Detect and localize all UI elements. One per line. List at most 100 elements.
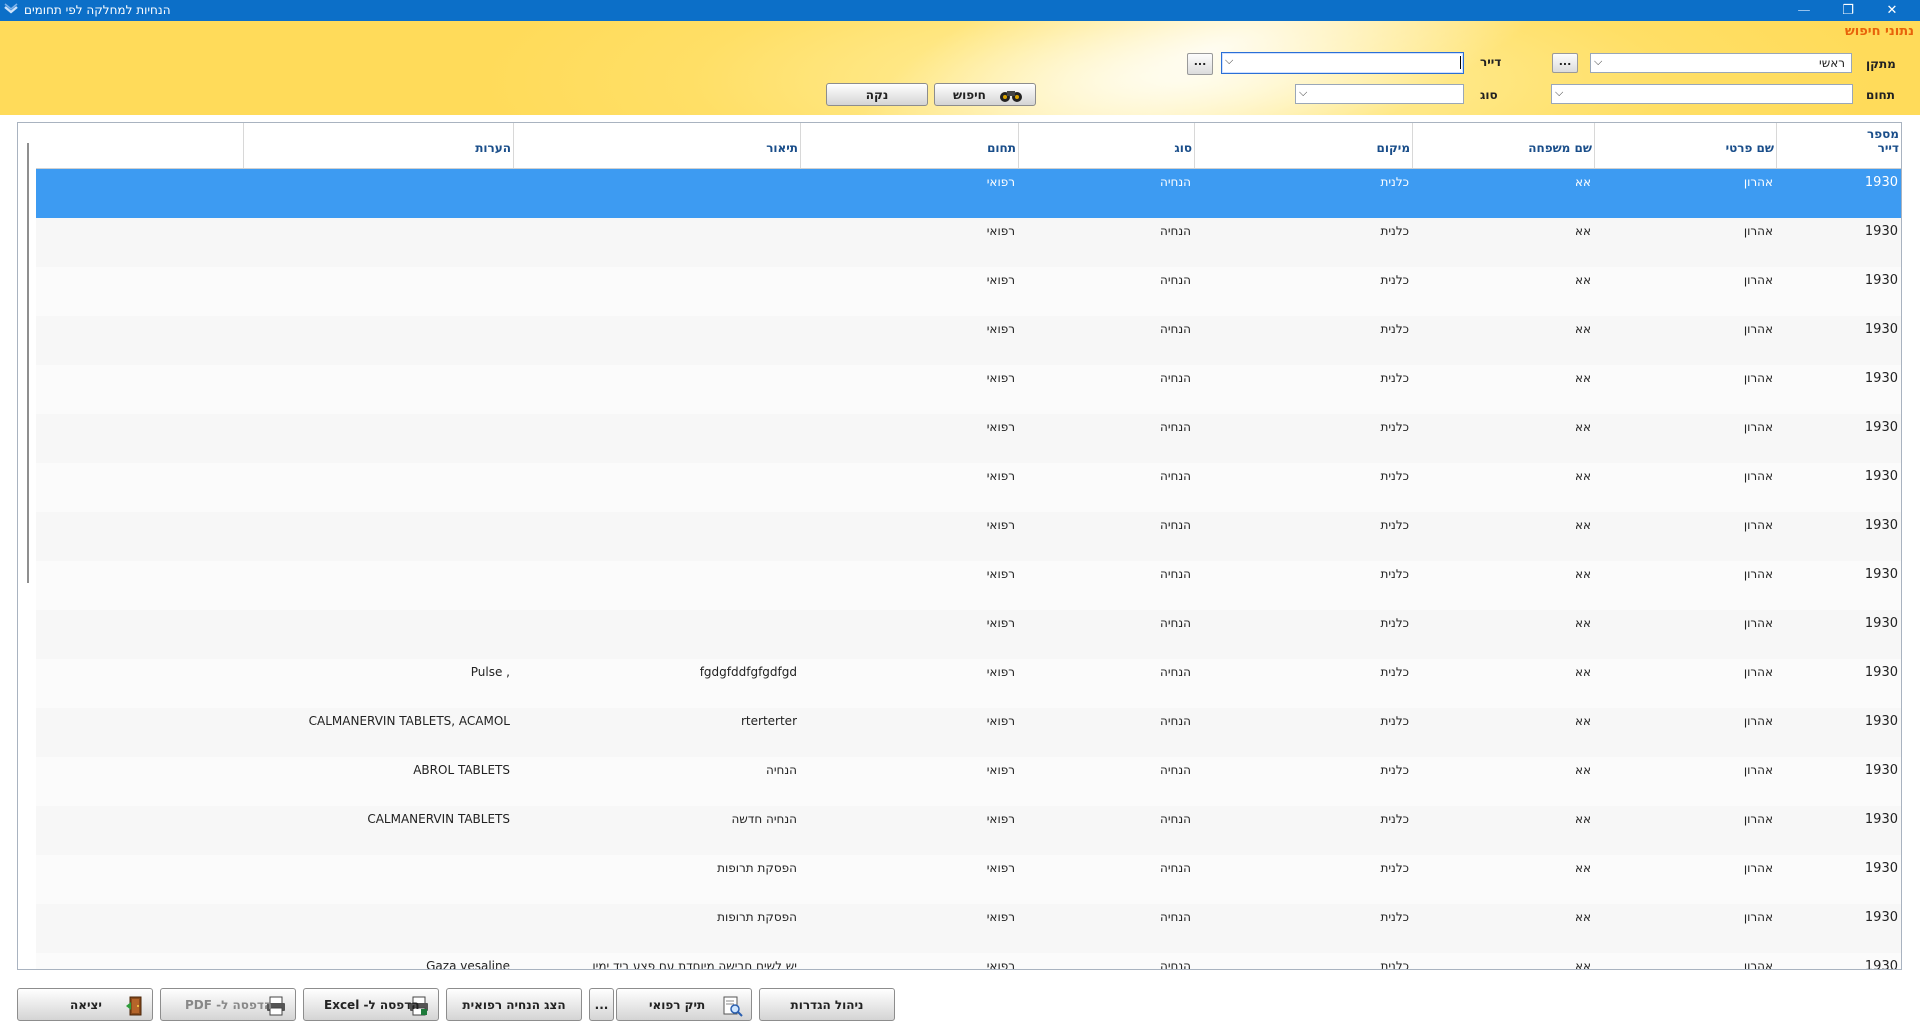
cell-location: כלנית xyxy=(1380,322,1409,336)
table-row[interactable]: 1930 אהרון אא כלנית הנחיה רפואי xyxy=(36,414,1901,463)
table-row[interactable]: 1930 אהרון אא כלנית הנחיה רפואי xyxy=(36,463,1901,512)
close-button[interactable]: ✕ xyxy=(1870,0,1914,21)
cell-type: הנחיה xyxy=(1159,518,1191,532)
cell-domain: רפואי xyxy=(986,861,1015,875)
cell-type: הנחיה xyxy=(1159,665,1191,679)
cell-first-name: אהרון xyxy=(1743,567,1773,581)
exit-button[interactable]: יציאה xyxy=(17,988,153,1021)
minimize-button[interactable]: — xyxy=(1782,0,1826,21)
cell-location: כלנית xyxy=(1380,616,1409,630)
header-notes[interactable]: הערות xyxy=(243,123,513,168)
print-excel-button[interactable]: הדפסה ל- Excel xyxy=(303,988,439,1021)
table-row[interactable]: 1930 אהרון אא כלנית הנחיה רפואי xyxy=(36,610,1901,659)
chevron-down-icon: ⌵ xyxy=(1594,55,1603,68)
clear-button-label: נקה xyxy=(865,87,889,102)
show-medical-directive-button[interactable]: הצג הנחיה רפואית xyxy=(446,988,582,1021)
search-header: נתוני חיפוש xyxy=(1844,24,1914,39)
cell-domain: רפואי xyxy=(986,567,1015,581)
cell-location: כלנית xyxy=(1380,175,1409,189)
cell-notes: CALMANERVIN TABLETS xyxy=(367,812,510,826)
type-label: סוג xyxy=(1480,88,1498,102)
table-row[interactable]: 1930 אהרון אא כלנית הנחיה רפואי xyxy=(36,365,1901,414)
header-first-name[interactable]: שם פרטי xyxy=(1594,123,1776,168)
window-title: הנחיות למחלקה לפי תחומים xyxy=(24,3,171,17)
header-description[interactable]: תיאור xyxy=(513,123,800,168)
cell-type: הנחיה xyxy=(1159,910,1191,924)
cell-description: הנחיה xyxy=(765,763,797,777)
document-search-icon xyxy=(723,996,743,1017)
cell-type: הנחיה xyxy=(1159,273,1191,287)
cell-last-name: אא xyxy=(1574,910,1591,924)
cell-location: כלנית xyxy=(1380,665,1409,679)
clear-button[interactable]: נקה xyxy=(826,83,928,106)
vertical-scrollbar[interactable] xyxy=(27,143,29,583)
directives-grid[interactable]: מספר דייר שם פרטי שם משפחה מיקום סוג תחו… xyxy=(17,122,1902,970)
table-row[interactable]: 1930 אהרון אא כלנית הנחיה רפואי הפסקת תרופות xyxy=(36,855,1901,904)
cell-type: הנחיה xyxy=(1159,469,1191,483)
table-row[interactable]: 1930 אהרון אא כלנית הנחיה רפואי הפסקת תרופות xyxy=(36,904,1901,953)
cell-first-name: אהרון xyxy=(1743,175,1773,189)
chevron-down-icon: ⌵ xyxy=(1225,54,1234,67)
cell-last-name: אא xyxy=(1574,175,1591,189)
cell-type: הנחיה xyxy=(1159,861,1191,875)
cell-resident-number: 1930 xyxy=(1864,763,1898,778)
cell-location: כלנית xyxy=(1380,959,1409,970)
cell-description: הנחיה חדשה xyxy=(731,812,797,826)
header-domain[interactable]: תחום xyxy=(800,123,1018,168)
table-row[interactable]: 1930 אהרון אא כלנית הנחיה רפואי rterterter CALM… xyxy=(36,708,1901,757)
search-button[interactable]: חיפוש xyxy=(934,83,1036,106)
cell-resident-number: 1930 xyxy=(1864,567,1898,582)
table-row[interactable]: 1930 אהרון אא כלנית הנחיה רפואי הנחיה ABROL TAB… xyxy=(36,757,1901,806)
print-pdf-button[interactable]: הדפסה ל- PDF xyxy=(160,988,296,1021)
table-row[interactable]: 1930 אהרון אא כלנית הנחיה רפואי xyxy=(36,561,1901,610)
restore-button[interactable]: ❐ xyxy=(1826,0,1870,21)
print-pdf-label: הדפסה ל- PDF xyxy=(185,997,273,1012)
more-options-button[interactable]: ... xyxy=(589,988,614,1021)
domain-label: תחום xyxy=(1866,88,1895,102)
facility-value: ראשי xyxy=(1819,56,1845,70)
cell-resident-number: 1930 xyxy=(1864,910,1898,925)
search-button-label: חיפוש xyxy=(953,87,986,102)
table-row[interactable]: 1930 אהרון אא כלנית הנחיה רפואי xyxy=(36,218,1901,267)
cell-domain: רפואי xyxy=(986,518,1015,532)
cell-location: כלנית xyxy=(1380,469,1409,483)
table-row[interactable]: 1930 אהרון אא כלנית הנחיה רפואי xyxy=(36,316,1901,365)
cell-resident-number: 1930 xyxy=(1864,665,1898,680)
type-combo[interactable]: ⌵ xyxy=(1295,84,1464,104)
exit-label: יציאה xyxy=(70,997,102,1012)
header-type[interactable]: סוג xyxy=(1018,123,1194,168)
header-resident-number[interactable]: מספר דייר xyxy=(1776,123,1901,168)
cell-location: כלנית xyxy=(1380,273,1409,287)
table-row[interactable]: 1930 אהרון אא כלנית הנחיה רפואי xyxy=(36,512,1901,561)
cell-domain: רפואי xyxy=(986,763,1015,777)
cell-domain: רפואי xyxy=(986,616,1015,630)
cell-type: הנחיה xyxy=(1159,763,1191,777)
resident-browse-button[interactable]: ... xyxy=(1187,53,1213,75)
table-row[interactable]: 1930 אהרון אא כלנית הנחיה רפואי הנחיה חדשה CALM… xyxy=(36,806,1901,855)
header-location[interactable]: מיקום xyxy=(1194,123,1412,168)
cell-description: יש לשים חבישה מיוחדת עם פצע ביד ימין xyxy=(592,959,797,970)
cell-type: הנחיה xyxy=(1159,371,1191,385)
cell-first-name: אהרון xyxy=(1743,469,1773,483)
cell-description: rterterter xyxy=(741,714,797,728)
manage-settings-button[interactable]: ניהול הגדרות xyxy=(759,988,895,1021)
facility-combo[interactable]: ⌵ ראשי xyxy=(1590,53,1852,73)
header-last-name[interactable]: שם משפחה xyxy=(1412,123,1594,168)
cell-resident-number: 1930 xyxy=(1864,714,1898,729)
cell-last-name: אא xyxy=(1574,273,1591,287)
medical-file-button[interactable]: תיק רפואי xyxy=(616,988,752,1021)
grid-header: מספר דייר שם פרטי שם משפחה מיקום סוג תחו… xyxy=(36,123,1901,169)
table-row[interactable]: 1930 אהרון אא כלנית הנחיה רפואי fgdgfddfgfgdfg… xyxy=(36,659,1901,708)
cell-first-name: אהרון xyxy=(1743,518,1773,532)
table-row[interactable]: 1930 אהרון אא כלנית הנחיה רפואי xyxy=(36,169,1901,218)
cell-domain: רפואי xyxy=(986,665,1015,679)
cell-domain: רפואי xyxy=(986,322,1015,336)
resident-combo[interactable]: ⌵ xyxy=(1221,52,1464,74)
cell-first-name: אהרון xyxy=(1743,861,1773,875)
cell-last-name: אא xyxy=(1574,371,1591,385)
facility-browse-button[interactable]: ... xyxy=(1552,53,1578,73)
table-row[interactable]: 1930 אהרון אא כלנית הנחיה רפואי יש לשים חבישה … xyxy=(36,953,1901,970)
cell-first-name: אהרון xyxy=(1743,420,1773,434)
domain-combo[interactable]: ⌵ xyxy=(1551,84,1853,104)
table-row[interactable]: 1930 אהרון אא כלנית הנחיה רפואי xyxy=(36,267,1901,316)
